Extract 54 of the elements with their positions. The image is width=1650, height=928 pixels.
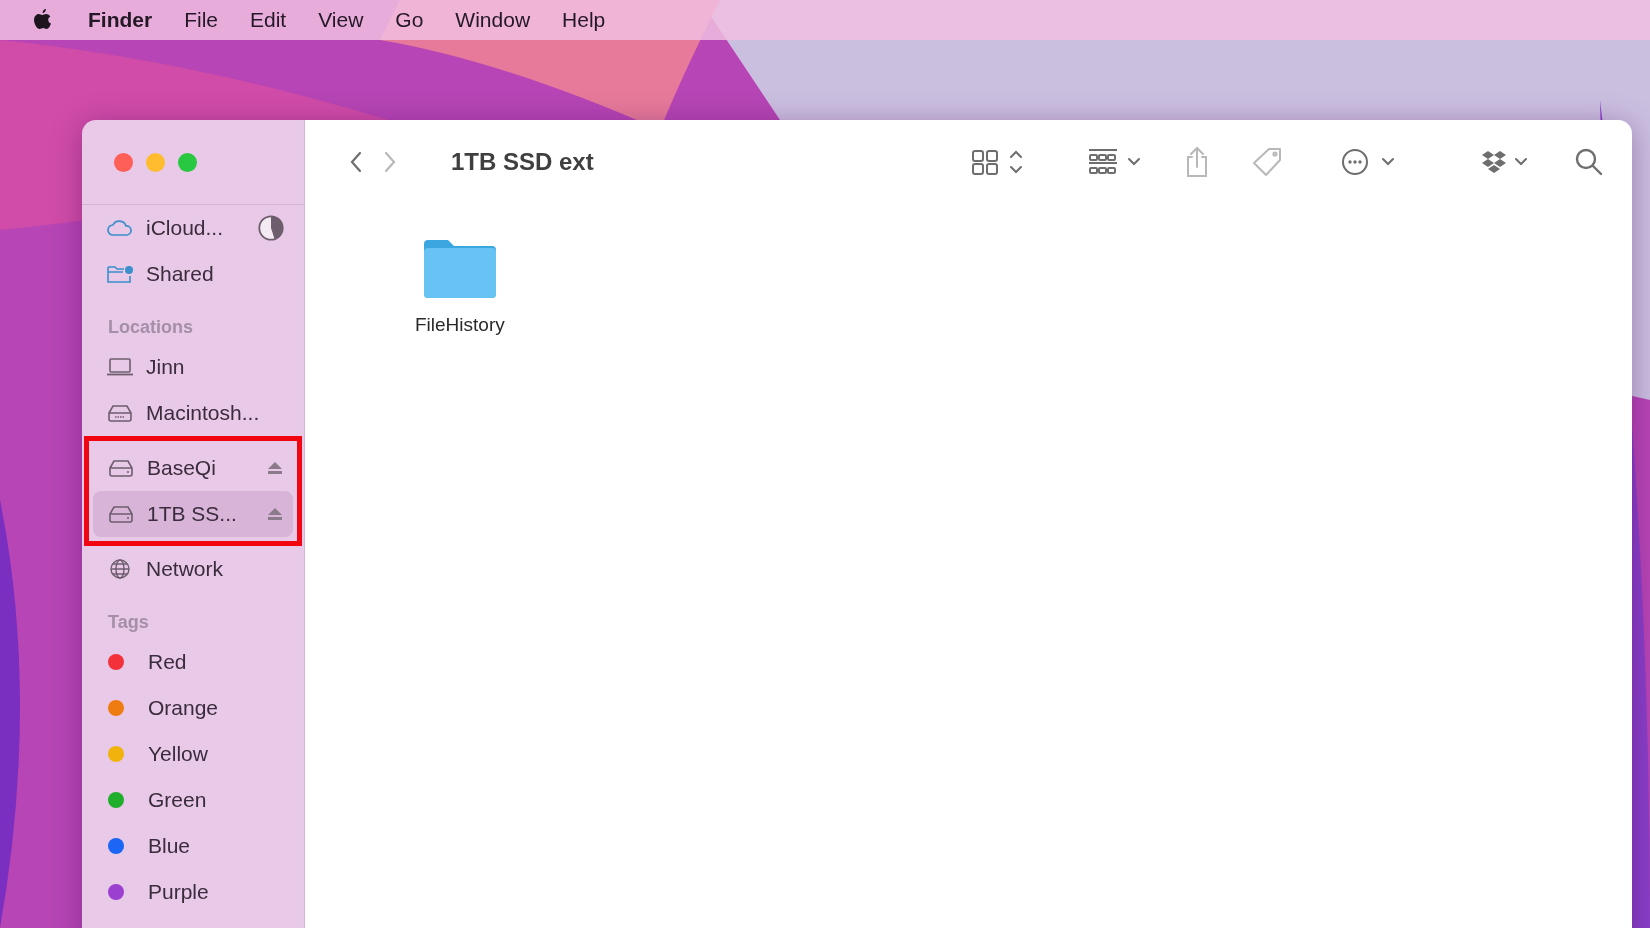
sidebar-label: Shared (146, 262, 214, 286)
storage-pie-icon (258, 215, 284, 241)
zoom-button[interactable] (178, 152, 197, 172)
file-item[interactable]: FileHistory (415, 236, 505, 336)
sidebar-label: Network (146, 557, 224, 581)
section-heading: Tags (107, 611, 150, 634)
apple-logo-icon[interactable] (32, 8, 52, 32)
menu-item[interactable]: Window (455, 8, 531, 32)
eject-icon[interactable] (267, 507, 283, 521)
sidebar-item[interactable]: Jinn (92, 344, 294, 390)
tag-item[interactable]: Purple (92, 869, 294, 915)
tag-item[interactable]: Orange (92, 685, 294, 731)
menu-item[interactable]: View (318, 8, 364, 32)
chevron-left-icon (349, 151, 363, 173)
sidebar-label: Green (148, 788, 207, 812)
sidebar-item[interactable]: iCloud... (92, 205, 294, 251)
laptop-icon (106, 357, 134, 377)
sidebar-item[interactable]: Macintosh... (92, 390, 294, 436)
menu-item[interactable]: Help (562, 8, 606, 32)
app-menu[interactable]: Finder (88, 8, 153, 32)
menu-item[interactable]: Go (395, 8, 424, 32)
section-heading: Locations (107, 316, 194, 339)
sidebar-label: Purple (148, 880, 209, 904)
cloud-icon (106, 218, 134, 238)
sidebar-label: Jinn (146, 355, 185, 379)
search-icon (1574, 147, 1604, 177)
sidebar-label: Red (148, 650, 187, 674)
sidebar-label: Blue (148, 834, 191, 858)
tag-icon (1252, 146, 1284, 178)
tag-item[interactable]: Red (92, 639, 294, 685)
drive-icon (107, 504, 135, 524)
sidebar-label: Orange (148, 696, 219, 720)
close-button[interactable] (114, 152, 133, 172)
shared-folder-icon (106, 264, 134, 284)
window-title: 1TB SSD ext (451, 148, 594, 176)
tag-item[interactable]: Yellow (92, 731, 294, 777)
file-name: FileHistory (415, 314, 505, 336)
sidebar-item[interactable]: 1TB SS... (93, 491, 293, 537)
drive-icon (106, 403, 134, 423)
tag-item[interactable]: Green (92, 777, 294, 823)
sidebar-item[interactable]: Shared (92, 251, 294, 297)
sidebar-label: iCloud... (146, 216, 224, 240)
tag-item[interactable]: Blue (92, 823, 294, 869)
drive-icon (107, 458, 135, 478)
sidebar-item[interactable]: Network (92, 546, 294, 592)
chevron-right-icon (383, 151, 397, 173)
sidebar-label: 1TB SS... (147, 502, 237, 526)
sidebar-label: Yellow (148, 742, 208, 766)
eject-icon[interactable] (267, 461, 283, 475)
sidebar-label: Macintosh... (146, 401, 260, 425)
sidebar-item[interactable]: BaseQi (93, 445, 293, 491)
menu-item[interactable]: Edit (250, 8, 287, 32)
menu-item[interactable]: File (184, 8, 218, 32)
sidebar-label: BaseQi (147, 456, 216, 480)
